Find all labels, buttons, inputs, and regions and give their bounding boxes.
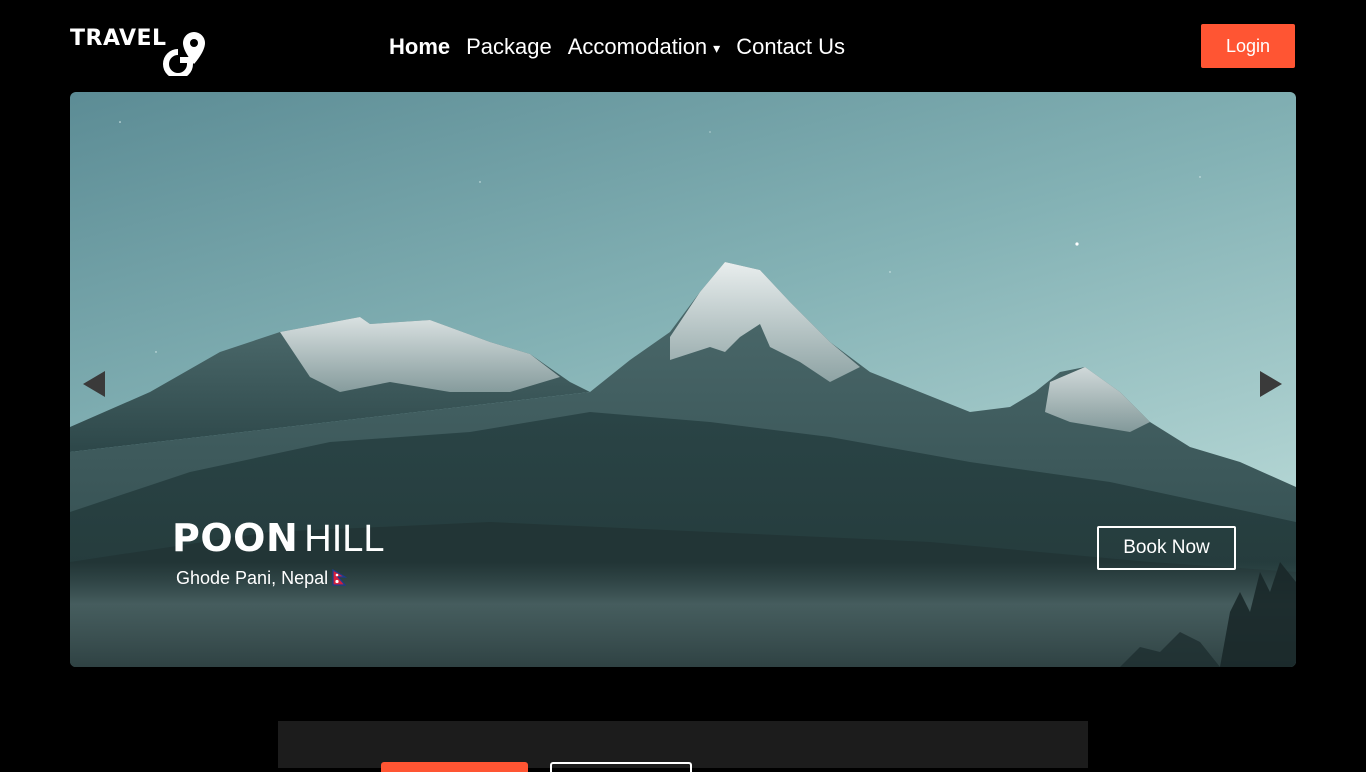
search-panel: [278, 721, 1088, 772]
destination-location-text: Ghode Pani, Nepal: [176, 568, 329, 588]
caret-down-icon: ▾: [713, 39, 721, 56]
next-slide-arrow-icon[interactable]: [1258, 369, 1284, 399]
nav-accomodation[interactable]: Accomodation ▾: [568, 30, 720, 65]
login-button[interactable]: Login: [1201, 24, 1295, 68]
travelgo-logo[interactable]: TRAVEL: [70, 26, 210, 76]
destination-title: POON HILL: [172, 514, 385, 563]
panel-secondary-button[interactable]: [550, 762, 692, 772]
destination-title-light: HILL: [304, 518, 385, 560]
map-pin-logo-icon: [163, 32, 205, 76]
main-nav: Home Package Accomodation ▾ Contact Us: [389, 30, 861, 64]
site-header: TRAVEL Home Package Accomodation ▾ Contac…: [0, 0, 1366, 92]
nav-home[interactable]: Home: [389, 30, 450, 64]
nav-accomodation-label: Accomodation: [567, 33, 708, 59]
prev-slide-arrow-icon[interactable]: [81, 369, 107, 399]
logo-text: TRAVEL: [70, 26, 167, 51]
book-now-button[interactable]: Book Now: [1097, 526, 1236, 570]
nepal-flag-icon: [332, 569, 348, 586]
hero-slider: POON HILL Ghode Pani, Nepal Book Now: [70, 92, 1296, 667]
destination-location: Ghode Pani, Nepal: [176, 566, 348, 590]
nav-contact-us[interactable]: Contact Us: [736, 30, 845, 64]
destination-title-bold: POON: [172, 516, 299, 560]
nav-package[interactable]: Package: [466, 30, 552, 64]
panel-primary-button[interactable]: [381, 762, 528, 772]
